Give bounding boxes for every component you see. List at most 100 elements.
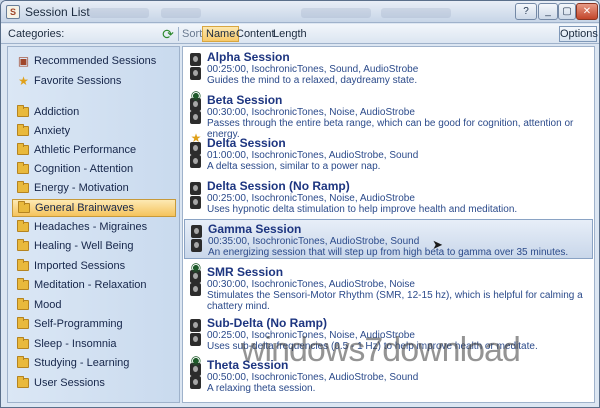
- sidebar-item-energy-motivation[interactable]: Energy - Motivation: [12, 180, 176, 198]
- sidebar-item-label: Sleep - Insomnia: [34, 338, 117, 350]
- mouse-cursor-icon: ➤: [432, 237, 443, 252]
- minimize-button[interactable]: _: [538, 3, 558, 20]
- minimize-icon: _: [545, 6, 551, 17]
- category-sidebar: ▣ Recommended Sessions ★ Favorite Sessio…: [7, 46, 180, 403]
- folder-icon: [17, 143, 29, 155]
- session-item-delta-no-ramp[interactable]: Delta Session (No Ramp) 00:25:00, Isochr…: [184, 177, 593, 217]
- session-name: Delta Session (No Ramp): [207, 179, 350, 193]
- session-description: Guides the mind to a relaxed, daydreamy …: [207, 75, 418, 86]
- session-description: A relaxing theta session.: [207, 383, 316, 394]
- session-type-icon: ◉: [190, 89, 202, 124]
- categories-label: Categories:: [8, 28, 65, 40]
- folder-icon: [17, 259, 29, 271]
- sidebar-item-headaches-migraines[interactable]: Headaches - Migraines: [12, 219, 176, 237]
- sidebar-item-addiction[interactable]: Addiction: [12, 104, 176, 122]
- sidebar-item-favorites[interactable]: ★ Favorite Sessions: [12, 73, 176, 91]
- session-item-gamma[interactable]: Gamma Session 00:35:00, IsochronicTones,…: [184, 219, 593, 259]
- close-button[interactable]: ✕: [576, 3, 598, 20]
- sidebar-item-label: Headaches - Migraines: [34, 221, 148, 233]
- help-button[interactable]: ?: [515, 3, 537, 20]
- sidebar-item-label: Mood: [34, 299, 62, 311]
- session-name: Sub-Delta (No Ramp): [207, 316, 327, 330]
- session-meta: 01:00:00, IsochronicTones, AudioStrobe, …: [207, 150, 419, 161]
- sidebar-item-user-sessions[interactable]: User Sessions: [12, 375, 176, 393]
- sidebar-item-anxiety[interactable]: Anxiety: [12, 123, 176, 141]
- session-type-icon: ◉: [190, 261, 202, 296]
- sidebar-item-meditation-relaxation[interactable]: Meditation - Relaxation: [12, 277, 176, 295]
- session-item-smr[interactable]: ◉ SMR Session 00:30:00, IsochronicTones,…: [184, 261, 593, 315]
- folder-icon: [17, 124, 29, 136]
- session-type-icon: [190, 51, 202, 81]
- sidebar-item-label: Self-Programming: [34, 318, 123, 330]
- maximize-button[interactable]: ▢: [558, 3, 576, 20]
- session-meta: 00:25:00, IsochronicTones, Sound, AudioS…: [207, 64, 419, 75]
- refresh-icon[interactable]: ⟳: [160, 26, 176, 42]
- sidebar-item-label: Imported Sessions: [34, 260, 126, 272]
- title-bar[interactable]: S Session List ? _ ▢ ✕: [1, 1, 599, 23]
- toolbar: Categories: ⟳ Sort: Name Content Length …: [1, 24, 599, 44]
- background-ghost-menu: [301, 8, 371, 18]
- session-description: Uses hypnotic delta stimulation to help …: [207, 204, 518, 215]
- sidebar-item-label: Studying - Learning: [34, 357, 130, 369]
- eye-icon: ◉: [190, 88, 202, 102]
- speaker-icon: [191, 225, 202, 238]
- session-meta: 00:50:00, IsochronicTones, AudioStrobe, …: [207, 372, 419, 383]
- sidebar-item-cognition-attention[interactable]: Cognition - Attention: [12, 161, 176, 179]
- session-item-beta[interactable]: ◉ Beta Session 00:30:00, IsochronicTones…: [184, 89, 593, 140]
- star-icon: ★: [190, 131, 202, 145]
- sidebar-item-general-brainwaves[interactable]: General Brainwaves: [12, 199, 176, 217]
- session-list-window: S Session List ? _ ▢ ✕ Categories: ⟳ Sor…: [0, 0, 600, 408]
- sidebar-item-sleep-insomnia[interactable]: Sleep - Insomnia: [12, 336, 176, 354]
- sidebar-item-athletic-performance[interactable]: Athletic Performance: [12, 142, 176, 160]
- speaker-icon: [190, 155, 201, 168]
- sidebar-item-mood[interactable]: Mood: [12, 297, 176, 315]
- speaker-icon: [190, 319, 201, 332]
- speaker-icon: [190, 111, 201, 124]
- toolbar-separator: [178, 27, 179, 41]
- sidebar-item-label: Recommended Sessions: [34, 55, 157, 67]
- options-button[interactable]: Options: [559, 26, 598, 42]
- sidebar-item-studying-learning[interactable]: Studying - Learning: [12, 355, 176, 373]
- help-icon: ?: [523, 6, 529, 17]
- session-name: Delta Session: [207, 136, 286, 150]
- sidebar-item-label: Cognition - Attention: [34, 163, 134, 175]
- session-item-delta[interactable]: ★ Delta Session 01:00:00, IsochronicTone…: [184, 132, 593, 174]
- sidebar-item-imported-sessions[interactable]: Imported Sessions: [12, 258, 176, 276]
- sidebar-item-self-programming[interactable]: Self-Programming: [12, 316, 176, 334]
- close-icon: ✕: [582, 6, 592, 17]
- session-description: An energizing session that will step up …: [208, 247, 569, 258]
- window-title: Session List: [25, 5, 90, 19]
- folder-icon: [17, 337, 29, 349]
- session-type-icon: ◉: [190, 354, 202, 389]
- folder-icon: [17, 162, 29, 174]
- eye-icon: ◉: [190, 353, 202, 367]
- sidebar-item-label: Healing - Well Being: [34, 240, 134, 252]
- recommended-icon: ▣: [17, 54, 30, 68]
- eye-icon: ◉: [190, 260, 202, 274]
- folder-icon: [17, 278, 29, 290]
- speaker-icon: [190, 376, 201, 389]
- folder-icon: [17, 239, 29, 251]
- session-description: A delta session, similar to a power nap.: [207, 161, 381, 172]
- session-meta: 00:25:00, IsochronicTones, Noise, AudioS…: [207, 193, 415, 204]
- session-meta: 00:30:00, IsochronicTones, AudioStrobe, …: [207, 279, 415, 290]
- session-meta: 00:30:00, IsochronicTones, Noise, AudioS…: [207, 107, 415, 118]
- folder-icon: [17, 105, 29, 117]
- sort-by-length-button[interactable]: Length: [269, 26, 311, 42]
- sidebar-item-label: Energy - Motivation: [34, 182, 129, 194]
- session-type-icon: ★: [190, 132, 202, 168]
- session-name: Gamma Session: [208, 222, 302, 236]
- speaker-icon: [191, 239, 202, 252]
- session-type-icon: [191, 223, 203, 253]
- speaker-icon: [190, 283, 201, 296]
- session-item-alpha[interactable]: Alpha Session 00:25:00, IsochronicTones,…: [184, 48, 593, 88]
- sidebar-item-label: Anxiety: [34, 125, 71, 137]
- sidebar-item-label: Meditation - Relaxation: [34, 279, 147, 291]
- sidebar-item-healing-well-being[interactable]: Healing - Well Being: [12, 238, 176, 256]
- sidebar-item-label: Athletic Performance: [34, 144, 137, 156]
- speaker-icon: [190, 196, 201, 209]
- session-meta: 00:35:00, IsochronicTones, AudioStrobe, …: [208, 236, 420, 247]
- session-name: Alpha Session: [207, 50, 290, 64]
- sidebar-item-recommended[interactable]: ▣ Recommended Sessions: [12, 53, 176, 71]
- sidebar-item-label: General Brainwaves: [35, 202, 135, 214]
